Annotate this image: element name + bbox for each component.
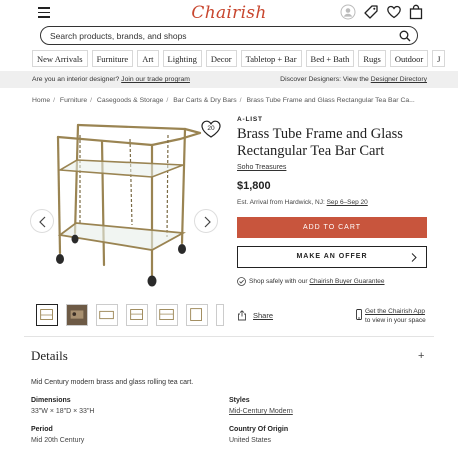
styles-value-link[interactable]: Mid-Century Modern [229, 408, 293, 415]
breadcrumb-furniture[interactable]: Furniture [60, 97, 87, 104]
previous-image-button[interactable] [30, 209, 54, 233]
arrival-dates-link[interactable]: Sep 6–Sep 20 [327, 199, 368, 206]
trade-banner: Are you an interior designer? Join our t… [0, 71, 458, 88]
section-divider [24, 336, 434, 337]
designer-directory-link[interactable]: Designer Directory [371, 76, 427, 83]
origin-label: Country Of Origin [229, 426, 289, 433]
chairish-logo[interactable]: Chairish [191, 3, 266, 23]
thumbnail-1[interactable] [36, 304, 58, 326]
a-list-badge: A-LIST [237, 116, 263, 123]
chevron-right-icon [411, 253, 417, 262]
nav-item-bed-bath[interactable]: Bed + Bath [305, 50, 355, 67]
thumbnail-3[interactable] [96, 304, 118, 326]
make-offer-button[interactable]: MAKE AN OFFER [237, 246, 427, 268]
add-to-cart-button[interactable]: ADD TO CART [237, 217, 427, 238]
top-bar: Chairish [0, 0, 458, 26]
dimensions-value: 33"W × 18"D × 33"H [31, 408, 95, 415]
breadcrumb-current: Brass Tube Frame and Glass Rectangular T… [246, 97, 415, 104]
thumbnail-5[interactable] [156, 304, 178, 326]
heart-icon[interactable] [386, 4, 402, 20]
styles-label: Styles [229, 397, 250, 404]
nav-item-truncated[interactable]: J [432, 50, 446, 67]
breadcrumb-home[interactable]: Home [32, 97, 50, 104]
breadcrumb-bar-carts[interactable]: Bar Carts & Dry Bars [173, 97, 236, 104]
buyer-guarantee: Shop safely with our Chairish Buyer Guar… [237, 277, 385, 286]
breadcrumb-casegoods[interactable]: Casegoods & Storage [97, 97, 164, 104]
nav-item-art[interactable]: Art [137, 50, 159, 67]
details-heading[interactable]: Details [31, 348, 68, 364]
share-icon [238, 310, 246, 321]
nav-item-furniture[interactable]: Furniture [91, 50, 134, 67]
product-description: Mid Century modern brass and glass rolli… [31, 379, 194, 386]
expand-details-button[interactable]: + [418, 350, 424, 362]
menu-icon[interactable] [38, 7, 50, 18]
nav-item-new-arrivals[interactable]: New Arrivals [32, 50, 88, 67]
bag-icon[interactable] [408, 4, 424, 20]
search-bar [40, 26, 418, 45]
nav-item-rugs[interactable]: Rugs [358, 50, 386, 67]
nav-item-decor[interactable]: Decor [205, 50, 237, 67]
thumbnail-6[interactable] [186, 304, 208, 326]
search-icon[interactable] [399, 30, 411, 42]
period-value: Mid 20th Century [31, 437, 85, 444]
search-input[interactable] [50, 29, 390, 42]
tag-icon[interactable] [363, 4, 379, 20]
thumbnail-7[interactable] [216, 304, 224, 326]
period-label: Period [31, 426, 53, 433]
buyer-guarantee-link[interactable]: Chairish Buyer Guarantee [309, 278, 384, 285]
next-image-button[interactable] [194, 209, 218, 233]
category-nav: New Arrivals Furniture Art Lighting Deco… [32, 50, 449, 68]
phone-icon [356, 309, 362, 320]
join-trade-program-link[interactable]: Join our trade program [121, 76, 190, 83]
product-image[interactable] [40, 115, 230, 295]
chevron-left-icon [39, 216, 46, 228]
thumbnail-strip [36, 304, 232, 326]
designer-directory-text: Discover Designers: View the Designer Di… [280, 76, 427, 83]
product-price: $1,800 [237, 180, 271, 192]
dimensions-label: Dimensions [31, 397, 71, 404]
origin-value: United States [229, 437, 272, 444]
account-icon[interactable] [340, 4, 356, 20]
seller-link[interactable]: Soho Treasures [237, 164, 286, 171]
product-title: Brass Tube Frame and Glass Rectangular T… [237, 126, 403, 159]
nav-item-lighting[interactable]: Lighting [162, 50, 202, 67]
favorite-button[interactable]: 20 [200, 118, 222, 140]
breadcrumb: Home / Furniture / Casegoods & Storage / Ba… [32, 97, 415, 104]
thumbnail-2[interactable] [66, 304, 88, 326]
thumbnail-4[interactable] [126, 304, 148, 326]
chevron-right-icon [204, 216, 211, 228]
trade-program-text: Are you an interior designer? Join our t… [32, 76, 190, 83]
shield-check-icon [237, 277, 246, 286]
favorite-count: 20 [207, 125, 215, 132]
share-button[interactable]: Share [237, 310, 273, 321]
get-app-link[interactable]: Get the Chairish App to view in your spa… [356, 307, 426, 325]
nav-item-outdoor[interactable]: Outdoor [389, 50, 429, 67]
nav-item-tabletop-bar[interactable]: Tabletop + Bar [240, 50, 302, 67]
estimated-arrival: Est. Arrival from Hardwick, NJ: Sep 6–Se… [237, 199, 368, 206]
